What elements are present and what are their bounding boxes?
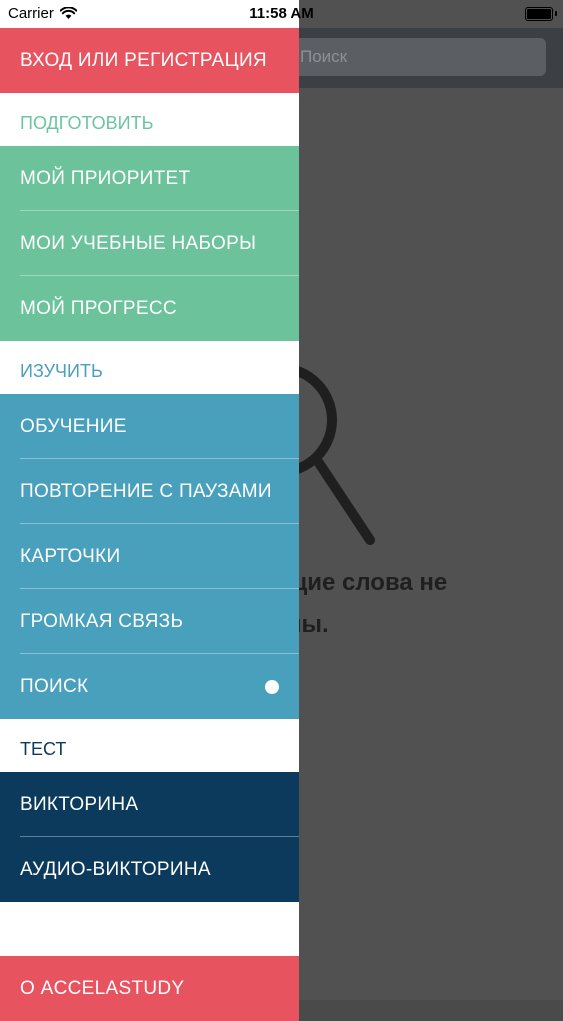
menu-item-label: ПОИСК	[20, 676, 89, 697]
menu-item-audio-quiz[interactable]: АУДИО-ВИКТОРИНА	[0, 837, 299, 902]
section-header-prepare: ПОДГОТОВИТЬ	[0, 93, 299, 146]
menu-item-my-priority[interactable]: МОЙ ПРИОРИТЕТ	[0, 146, 299, 211]
menu-item-spaced-repetition[interactable]: ПОВТОРЕНИЕ С ПАУЗАМИ	[0, 459, 299, 524]
status-bar: Carrier 11:58 AM	[0, 0, 563, 28]
status-time: 11:58 AM	[249, 5, 314, 22]
background-search-input: Поиск	[290, 38, 546, 76]
menu-spacer	[0, 902, 299, 956]
menu-item-label: ВИКТОРИНА	[20, 794, 139, 815]
menu-item-flashcards[interactable]: КАРТОЧКИ	[0, 524, 299, 589]
menu-item-my-progress[interactable]: МОЙ ПРОГРЕСС	[0, 276, 299, 341]
menu-item-label: МОИ УЧЕБНЫЕ НАБОРЫ	[20, 233, 257, 254]
menu-item-about[interactable]: О ACCELASTUDY	[0, 956, 299, 1021]
menu-item-login[interactable]: ВХОД ИЛИ РЕГИСТРАЦИЯ	[0, 28, 299, 93]
menu-item-label: КАРТОЧКИ	[20, 546, 121, 567]
menu-item-search[interactable]: ПОИСК	[0, 654, 299, 719]
menu-item-label: МОЙ ПРИОРИТЕТ	[20, 168, 191, 189]
active-indicator-dot	[265, 680, 279, 694]
menu-item-quiz[interactable]: ВИКТОРИНА	[0, 772, 299, 837]
side-menu: ВХОД ИЛИ РЕГИСТРАЦИЯ ПОДГОТОВИТЬ МОЙ ПРИ…	[0, 0, 299, 1021]
menu-item-my-study-sets[interactable]: МОИ УЧЕБНЫЕ НАБОРЫ	[0, 211, 299, 276]
menu-item-label: ОБУЧЕНИЕ	[20, 416, 127, 437]
battery-icon	[525, 7, 557, 21]
menu-item-label: ГРОМКАЯ СВЯЗЬ	[20, 611, 184, 632]
menu-item-label: АУДИО-ВИКТОРИНА	[20, 859, 211, 880]
menu-item-speakerphone[interactable]: ГРОМКАЯ СВЯЗЬ	[0, 589, 299, 654]
menu-item-label: МОЙ ПРОГРЕСС	[20, 298, 177, 319]
menu-item-label: ПОВТОРЕНИЕ С ПАУЗАМИ	[20, 481, 272, 502]
section-header-learn: ИЗУЧИТЬ	[0, 341, 299, 394]
menu-item-learning[interactable]: ОБУЧЕНИЕ	[0, 394, 299, 459]
section-header-test: ТЕСТ	[0, 719, 299, 772]
